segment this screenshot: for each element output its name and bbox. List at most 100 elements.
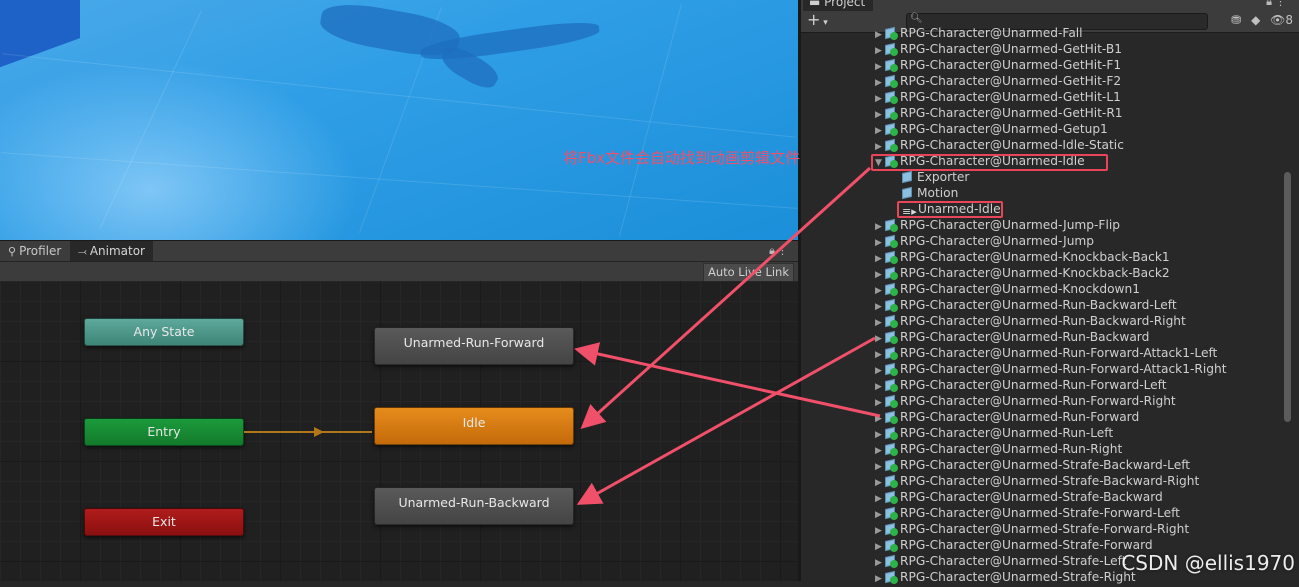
tree-item[interactable]: ▶ RPG-Character@Unarmed-Jump	[875, 233, 1094, 249]
model-prefab-icon	[885, 314, 898, 328]
model-prefab-icon	[885, 490, 898, 504]
tree-item[interactable]: ▶ RPG-Character@Unarmed-Strafe-Left	[875, 553, 1127, 569]
model-prefab-icon	[885, 74, 898, 88]
state-node-idle[interactable]: Idle	[374, 407, 574, 445]
filter-type-icon[interactable]: ⛃	[1231, 13, 1241, 27]
tree-item[interactable]: ▶ RPG-Character@Unarmed-Run-Forward-Attac…	[875, 361, 1227, 377]
tree-item[interactable]: ▶ RPG-Character@Unarmed-Run-Backward-Left	[875, 297, 1177, 313]
hidden-packages-icon[interactable]: 👁︎8	[1270, 13, 1293, 27]
tree-item[interactable]: ▶ RPG-Character@Unarmed-GetHit-F1	[875, 57, 1121, 73]
tree-item[interactable]: ▶ RPG-Character@Unarmed-Run-Forward-Right	[875, 393, 1176, 409]
tree-item-label: RPG-Character@Unarmed-GetHit-F1	[900, 58, 1122, 72]
model-prefab-icon	[885, 122, 898, 136]
tree-item[interactable]: ▶ RPG-Character@Unarmed-GetHit-L1	[875, 89, 1121, 105]
tree-item-label: RPG-Character@Unarmed-Idle-Static	[900, 138, 1124, 152]
animator-graph[interactable]: Any State Entry Exit Unarmed-Run-Forward…	[0, 281, 798, 581]
animator-tab-bar: ⚲ Profiler ⤙ Animator 🔒︎⋮	[0, 240, 798, 262]
model-prefab-icon	[885, 458, 898, 472]
tree-item[interactable]: ▶ RPG-Character@Unarmed-GetHit-R1	[875, 105, 1123, 121]
tree-item[interactable]: ▶ RPG-Character@Unarmed-Strafe-Backward-R…	[875, 473, 1199, 489]
model-prefab-icon	[885, 442, 898, 456]
tab-animator[interactable]: ⤙ Animator	[70, 241, 153, 262]
lock-icon[interactable]: 🔒︎⋮	[1266, 0, 1289, 9]
create-button[interactable]: + ▾	[807, 10, 828, 29]
tree-item[interactable]: ▶ RPG-Character@Unarmed-GetHit-F2	[875, 73, 1121, 89]
mesh-icon	[902, 170, 914, 184]
search-icon: 🔍︎	[910, 13, 923, 24]
any-state-node[interactable]: Any State	[84, 318, 244, 346]
tree-item-label: RPG-Character@Unarmed-Jump	[900, 234, 1095, 248]
tree-item-label: RPG-Character@Unarmed-Run-Left	[900, 426, 1114, 440]
scrollbar[interactable]	[1284, 172, 1291, 422]
tree-item-label: RPG-Character@Unarmed-Knockback-Back2	[900, 266, 1170, 280]
tree-item-label: RPG-Character@Unarmed-Strafe-Forward-Lef…	[900, 506, 1180, 520]
tree-item-label: RPG-Character@Unarmed-Run-Forward-Left	[900, 378, 1167, 392]
tree-item[interactable]: ▶ RPG-Character@Unarmed-Knockback-Back1	[875, 249, 1170, 265]
tree-item-label: RPG-Character@Unarmed-Strafe-Left	[900, 554, 1127, 568]
model-prefab-icon	[885, 522, 898, 536]
tree-item-label: RPG-Character@Unarmed-Strafe-Right	[900, 570, 1136, 584]
tree-item-label: RPG-Character@Unarmed-Getup1	[900, 122, 1108, 136]
tree-item[interactable]: ▶ RPG-Character@Unarmed-Strafe-Forward-Le…	[875, 505, 1180, 521]
project-panel: ▬ Project 🔒︎⋮ + ▾ 🔍︎ ⛃ ◆ 👁︎8 ▶ RPG-Charac…	[801, 0, 1299, 584]
project-tab-bar: ▬ Project 🔒︎⋮	[801, 0, 1299, 11]
tree-item-label: Motion	[917, 186, 959, 200]
tree-item-label: RPG-Character@Unarmed-Run-Forward-Right	[900, 394, 1176, 408]
tree-item-label: RPG-Character@Unarmed-GetHit-F2	[900, 74, 1122, 88]
animator-toolbar: Auto Live Link	[0, 261, 798, 282]
folder-icon: ▬	[809, 0, 825, 9]
tree-item[interactable]: ▶ RPG-Character@Unarmed-Getup1	[875, 121, 1108, 137]
tree-item-label: RPG-Character@Unarmed-GetHit-L1	[900, 90, 1121, 104]
tree-item-label: RPG-Character@Unarmed-Strafe-Forward	[900, 538, 1153, 552]
tree-item[interactable]: ▶ RPG-Character@Unarmed-Run-Backward	[875, 329, 1149, 345]
tree-item-label: RPG-Character@Unarmed-GetHit-B1	[900, 42, 1123, 56]
tree-item[interactable]: ▶ RPG-Character@Unarmed-Run-Forward-Left	[875, 377, 1167, 393]
tree-item[interactable]: ▶ RPG-Character@Unarmed-Run-Backward-Righ…	[875, 313, 1186, 329]
tree-item-label: RPG-Character@Unarmed-Jump-Flip	[900, 218, 1120, 232]
highlight-box-idle-clip	[897, 201, 1003, 218]
model-prefab-icon	[885, 266, 898, 280]
tree-item[interactable]: ▶ RPG-Character@Unarmed-Jump-Flip	[875, 217, 1120, 233]
highlight-box-idle-fbx	[871, 154, 1108, 171]
tree-item[interactable]: ▶ RPG-Character@Unarmed-Knockdown1	[875, 281, 1140, 297]
tree-item[interactable]: ▶ RPG-Character@Unarmed-Strafe-Forward	[875, 537, 1153, 553]
watermark: CSDN @ellis1970	[1121, 551, 1295, 575]
tab-profiler[interactable]: ⚲ Profiler	[0, 241, 69, 262]
entry-node[interactable]: Entry	[84, 418, 244, 446]
tree-item[interactable]: ▶ RPG-Character@Unarmed-Fall	[875, 25, 1083, 41]
model-prefab-icon	[885, 218, 898, 232]
tree-item[interactable]: Motion	[902, 185, 958, 201]
tree-item[interactable]: ▶ RPG-Character@Unarmed-Strafe-Right	[875, 569, 1136, 585]
expand-right-icon[interactable]: ▶	[875, 571, 885, 587]
toolbar-icons: ⛃ ◆ 👁︎8	[1231, 13, 1293, 27]
model-prefab-icon	[885, 506, 898, 520]
annotation-text: 将Fbx文件会自动找到动画剪辑文件	[563, 149, 801, 167]
lock-icon[interactable]: 🔒︎⋮	[769, 244, 790, 258]
auto-live-link-button[interactable]: Auto Live Link	[702, 263, 794, 282]
tree-item[interactable]: ▶ RPG-Character@Unarmed-Knockback-Back2	[875, 265, 1170, 281]
model-prefab-icon	[885, 26, 898, 40]
scene-view[interactable]	[0, 0, 798, 240]
exit-node[interactable]: Exit	[84, 508, 244, 536]
state-node-run-backward[interactable]: Unarmed-Run-Backward	[374, 487, 574, 525]
tree-item[interactable]: Exporter	[902, 169, 969, 185]
tree-item[interactable]: ▶ RPG-Character@Unarmed-Strafe-Forward-Ri…	[875, 521, 1189, 537]
tree-item[interactable]: ▶ RPG-Character@Unarmed-Idle-Static	[875, 137, 1124, 153]
state-node-run-forward[interactable]: Unarmed-Run-Forward	[374, 327, 574, 365]
tree-item[interactable]: ▶ RPG-Character@Unarmed-Strafe-Backward-L…	[875, 457, 1190, 473]
tree-item[interactable]: ▶ RPG-Character@Unarmed-Run-Right	[875, 441, 1122, 457]
tree-item[interactable]: ▶ RPG-Character@Unarmed-Strafe-Backward	[875, 489, 1163, 505]
tree-item[interactable]: ▶ RPG-Character@Unarmed-GetHit-B1	[875, 41, 1122, 57]
tree-item-label: RPG-Character@Unarmed-Run-Forward-Attack…	[900, 346, 1218, 360]
model-prefab-icon	[885, 362, 898, 376]
tree-item-label: RPG-Character@Unarmed-Run-Forward-Attack…	[900, 362, 1227, 376]
label-icon[interactable]: ◆	[1251, 13, 1260, 27]
tree-item[interactable]: ▶ RPG-Character@Unarmed-Run-Left	[875, 425, 1113, 441]
tree-item-label: RPG-Character@Unarmed-Run-Right	[900, 442, 1123, 456]
model-prefab-icon	[885, 250, 898, 264]
tree-item-label: RPG-Character@Unarmed-Strafe-Backward	[900, 490, 1163, 504]
tree-item[interactable]: ▶ RPG-Character@Unarmed-Run-Forward-Attac…	[875, 345, 1217, 361]
model-prefab-icon	[885, 106, 898, 120]
tree-item-label: RPG-Character@Unarmed-Run-Forward	[900, 410, 1140, 424]
tree-item[interactable]: ▶ RPG-Character@Unarmed-Run-Forward	[875, 409, 1139, 425]
